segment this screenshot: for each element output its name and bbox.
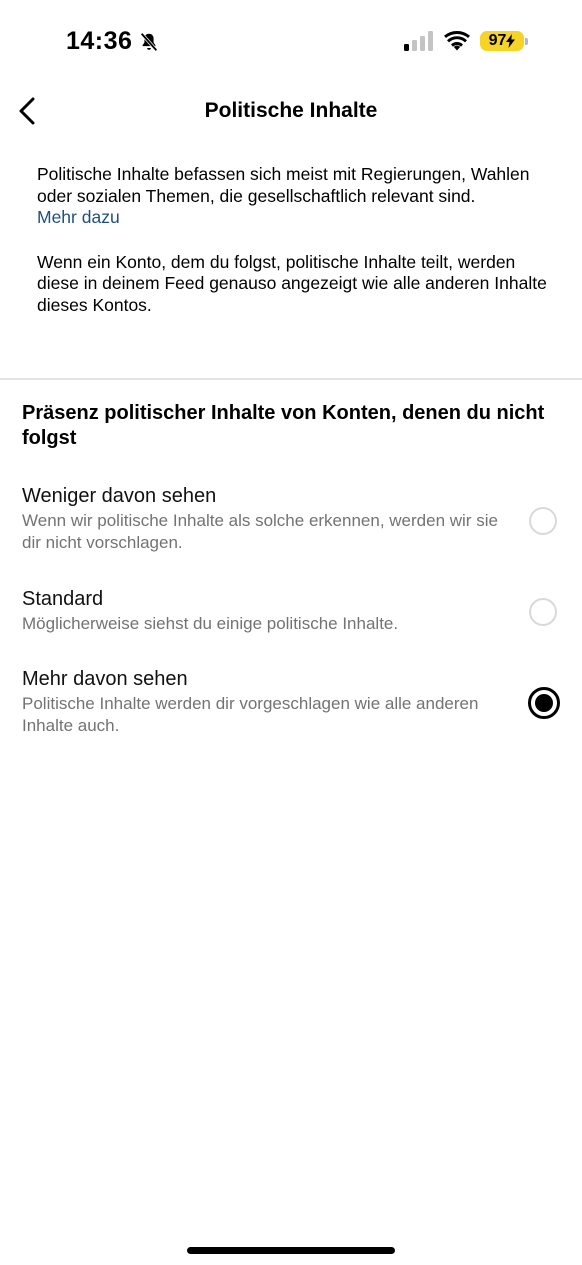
option-text: Weniger davon sehen Wenn wir politische … xyxy=(22,484,512,554)
option-description: Wenn wir politische Inhalte als solche e… xyxy=(22,511,498,552)
option-title: Weniger davon sehen xyxy=(22,485,217,507)
radio-dot xyxy=(535,694,553,712)
option-text: Mehr davon sehen Politische Inhalte werd… xyxy=(22,667,512,737)
intro-paragraph: Politische Inhalte befassen sich meist m… xyxy=(37,164,530,206)
cellular-signal-icon xyxy=(404,31,433,51)
nav-header: Politische Inhalte xyxy=(0,80,582,142)
battery-indicator: 97 xyxy=(480,31,528,51)
option-description: Möglicherweise siehst du einige politisc… xyxy=(22,614,399,633)
bell-slash-icon xyxy=(140,32,158,51)
section-title: Präsenz politischer Inhalte von Konten, … xyxy=(22,402,545,449)
radio-less[interactable] xyxy=(529,507,557,535)
option-more[interactable]: Mehr davon sehen Politische Inhalte werd… xyxy=(0,667,582,747)
option-title: Standard xyxy=(22,588,104,610)
radio-more-selected[interactable] xyxy=(528,687,560,719)
option-description: Politische Inhalte werden dir vorgeschla… xyxy=(22,694,479,735)
battery-cap xyxy=(525,37,528,45)
radio-standard[interactable] xyxy=(529,598,557,626)
battery-body: 97 xyxy=(480,31,524,51)
intro-paragraph-feed: Wenn ein Konto, dem du folgst, politisch… xyxy=(37,251,547,315)
charging-bolt-icon xyxy=(506,34,516,48)
intro-section: Politische Inhalte befassen sich meist m… xyxy=(37,164,552,316)
status-indicators: 97 xyxy=(404,31,528,51)
status-bar: 14:36 97 xyxy=(0,0,582,80)
option-text: Standard Möglicherweise siehst du einige… xyxy=(22,587,512,635)
status-time: 14:36 xyxy=(66,27,133,55)
option-less[interactable]: Weniger davon sehen Wenn wir politische … xyxy=(0,484,582,564)
page-title: Politische Inhalte xyxy=(204,99,378,122)
option-standard[interactable]: Standard Möglicherweise siehst du einige… xyxy=(0,587,582,647)
section-divider xyxy=(0,378,582,380)
status-time-group: 14:36 xyxy=(66,27,160,56)
more-info-link[interactable]: Mehr dazu xyxy=(37,207,120,229)
home-indicator[interactable] xyxy=(187,1247,395,1254)
battery-level: 97 xyxy=(488,32,507,49)
option-title: Mehr davon sehen xyxy=(22,668,188,690)
wifi-icon xyxy=(444,31,470,51)
